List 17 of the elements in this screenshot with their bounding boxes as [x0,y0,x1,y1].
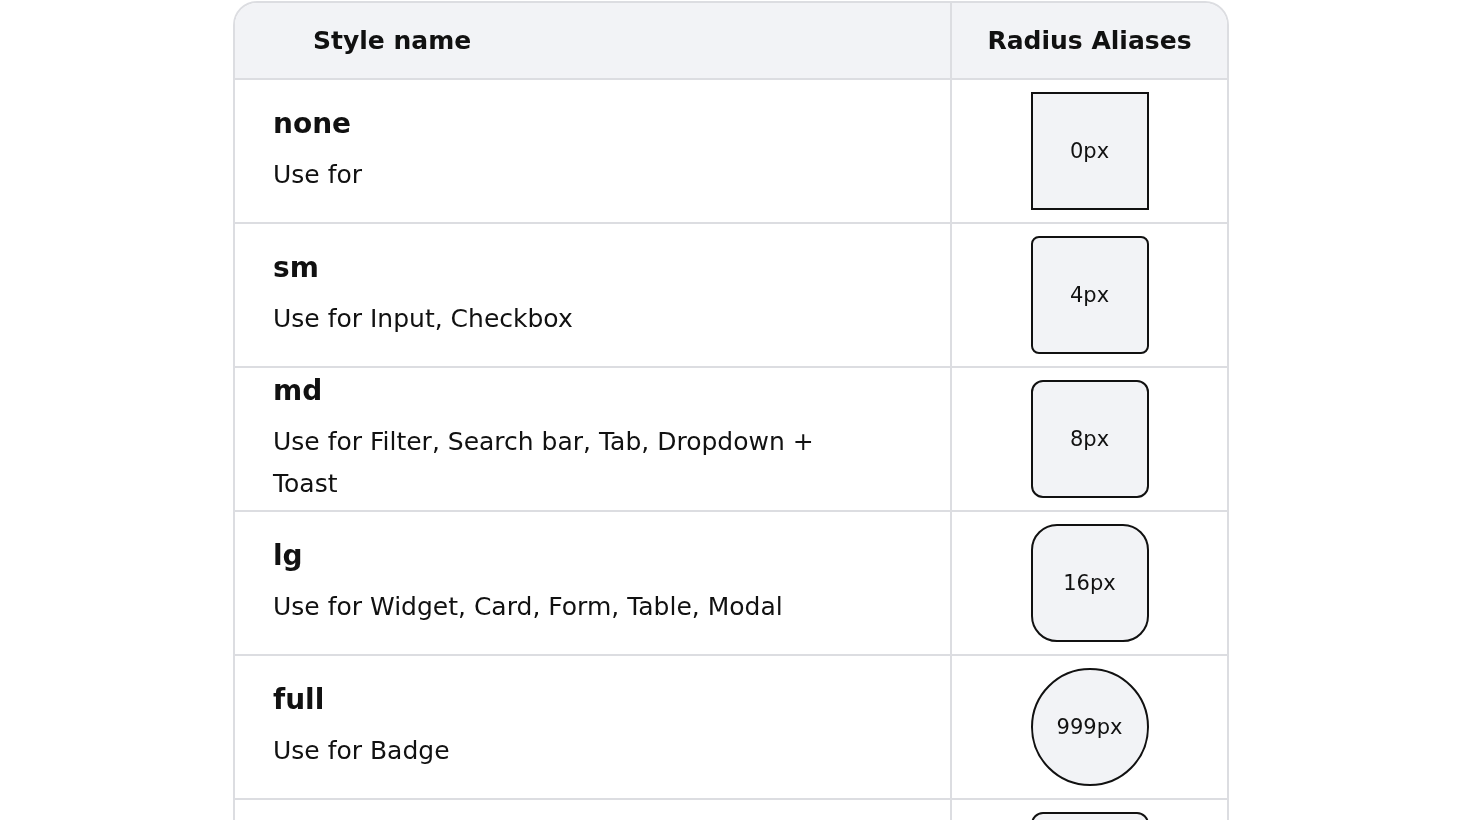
column-header: Style name [235,3,952,78]
radius-swatch: 0px [1030,92,1149,210]
style-description: Use for Input, Checkbox [273,303,574,335]
style-description: Use for Widget, Card, Form, Table, Modal [273,591,784,623]
style-name: full [273,682,326,718]
style-description: Use for Badge [273,735,451,767]
style-name: lg [273,538,304,574]
radius-swatch: 4px [1030,236,1149,354]
style-name: none [273,106,353,142]
radius-swatch: 999px [1030,668,1149,786]
style-description: Use for Filter, Search bar, Tab, Dropdown + Toast [273,426,815,500]
style-description: Use for [273,159,364,191]
column-header: Radius Aliases [986,25,1193,57]
radius-swatch: 16px [1030,524,1149,642]
style-name: sm [273,250,320,286]
style-name: md [273,373,324,409]
radius-swatch: 8px [1030,380,1149,498]
